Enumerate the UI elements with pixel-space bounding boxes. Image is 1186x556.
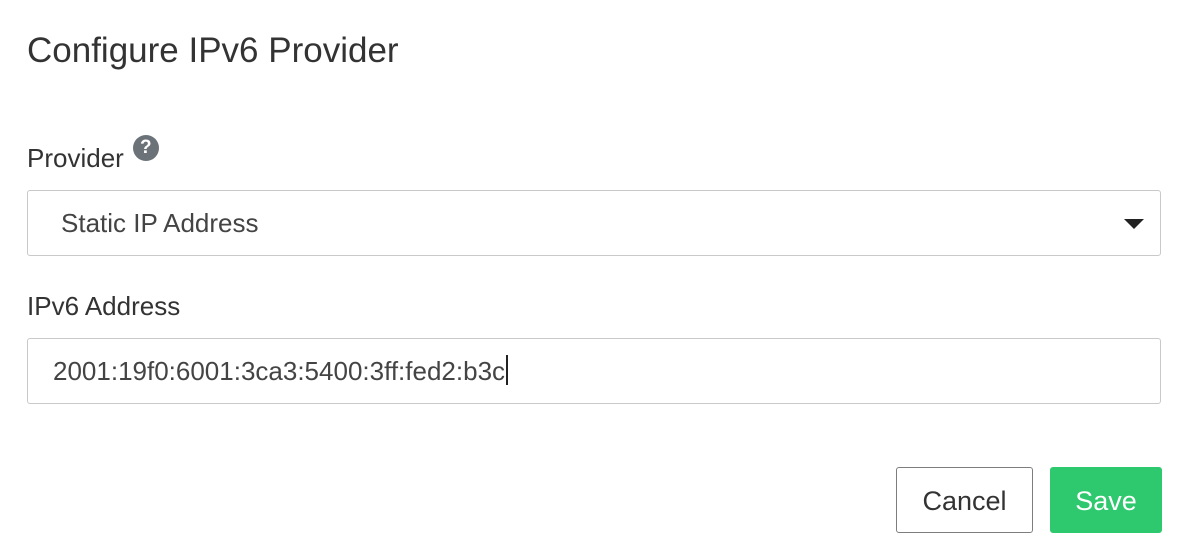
cancel-button[interactable]: Cancel: [896, 467, 1033, 533]
help-icon[interactable]: ?: [132, 135, 159, 161]
dialog-title: Configure IPv6 Provider: [27, 31, 399, 70]
provider-label-row: Provider ?: [27, 135, 159, 174]
text-cursor: [506, 355, 509, 385]
ipv6-label-row: IPv6 Address: [27, 290, 180, 322]
ipv6-address-label: IPv6 Address: [27, 291, 181, 321]
provider-label: Provider: [27, 143, 124, 173]
ipv6-address-value: 2001:19f0:6001:3ca3:5400:3ff:fed2:b3c: [53, 355, 509, 387]
ipv6-address-input[interactable]: 2001:19f0:6001:3ca3:5400:3ff:fed2:b3c: [27, 338, 1161, 404]
save-button[interactable]: Save: [1050, 467, 1162, 533]
configure-ipv6-dialog: Configure IPv6 Provider Provider ? Stati…: [0, 0, 1186, 556]
provider-selected-value: Static IP Address: [61, 208, 259, 238]
provider-select[interactable]: Static IP Address: [27, 190, 1161, 256]
ipv6-address-text: 2001:19f0:6001:3ca3:5400:3ff:fed2:b3c: [53, 356, 506, 386]
caret-down-icon: [1124, 219, 1144, 229]
